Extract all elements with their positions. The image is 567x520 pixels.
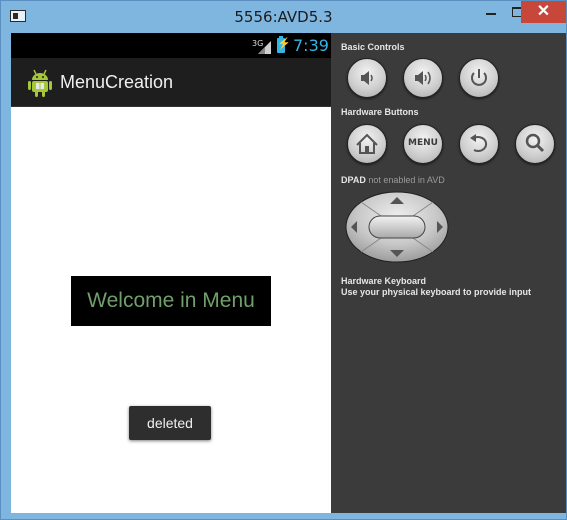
- home-icon: [356, 133, 378, 154]
- menu-button[interactable]: MENU: [403, 124, 443, 164]
- volume-down-button[interactable]: [347, 58, 387, 98]
- dpad[interactable]: [345, 191, 449, 263]
- hardware-keyboard-label: Hardware Keyboard: [341, 276, 427, 286]
- network-type: 3G: [252, 39, 264, 48]
- power-icon: [471, 69, 487, 86]
- home-button[interactable]: [347, 124, 387, 164]
- dpad-label: DPAD not enabled in AVD: [341, 175, 445, 185]
- hardware-keyboard-hint: Use your physical keyboard to provide in…: [341, 287, 532, 297]
- dpad-status: not enabled in AVD: [368, 175, 445, 185]
- status-bar: 3G ⚡ 7:39: [11, 33, 331, 58]
- volume-up-icon: [415, 71, 431, 85]
- close-icon[interactable]: ✕: [521, 1, 566, 23]
- back-button[interactable]: [459, 124, 499, 164]
- controls-panel: Basic Controls Hardware Buttons MENU DPA…: [331, 33, 566, 513]
- search-button[interactable]: [515, 124, 555, 164]
- welcome-text: Welcome in Menu: [87, 289, 255, 312]
- toast-message: deleted: [129, 406, 211, 440]
- status-clock: 7:39: [293, 36, 329, 55]
- search-icon: [525, 133, 545, 153]
- dpad-icon: [345, 191, 449, 263]
- hardware-buttons-label: Hardware Buttons: [341, 107, 419, 117]
- welcome-banner: Welcome in Menu: [71, 276, 271, 326]
- basic-controls-label: Basic Controls: [341, 42, 405, 52]
- battery-icon: ⚡: [277, 36, 291, 53]
- back-icon: [470, 134, 488, 152]
- signal-icon: 3G: [252, 39, 272, 54]
- dpad-title: DPAD: [341, 175, 366, 185]
- device-screen[interactable]: 3G ⚡ 7:39 MenuCreation Welcome in Menu d…: [11, 33, 331, 513]
- emulator-window: 5556:AVD5.3 ✕ 3G ⚡ 7:39 MenuCreation Wel…: [0, 0, 567, 520]
- menu-button-label: MENU: [408, 138, 438, 148]
- app-title: MenuCreation: [60, 72, 174, 92]
- toast-text: deleted: [147, 415, 193, 431]
- volume-down-icon: [361, 71, 373, 85]
- android-icon[interactable]: [27, 69, 53, 97]
- title-bar: 5556:AVD5.3 ✕: [1, 1, 566, 33]
- volume-up-button[interactable]: [403, 58, 443, 98]
- action-bar: MenuCreation: [11, 58, 331, 107]
- minimize-icon[interactable]: [478, 1, 504, 23]
- power-button[interactable]: [459, 58, 499, 98]
